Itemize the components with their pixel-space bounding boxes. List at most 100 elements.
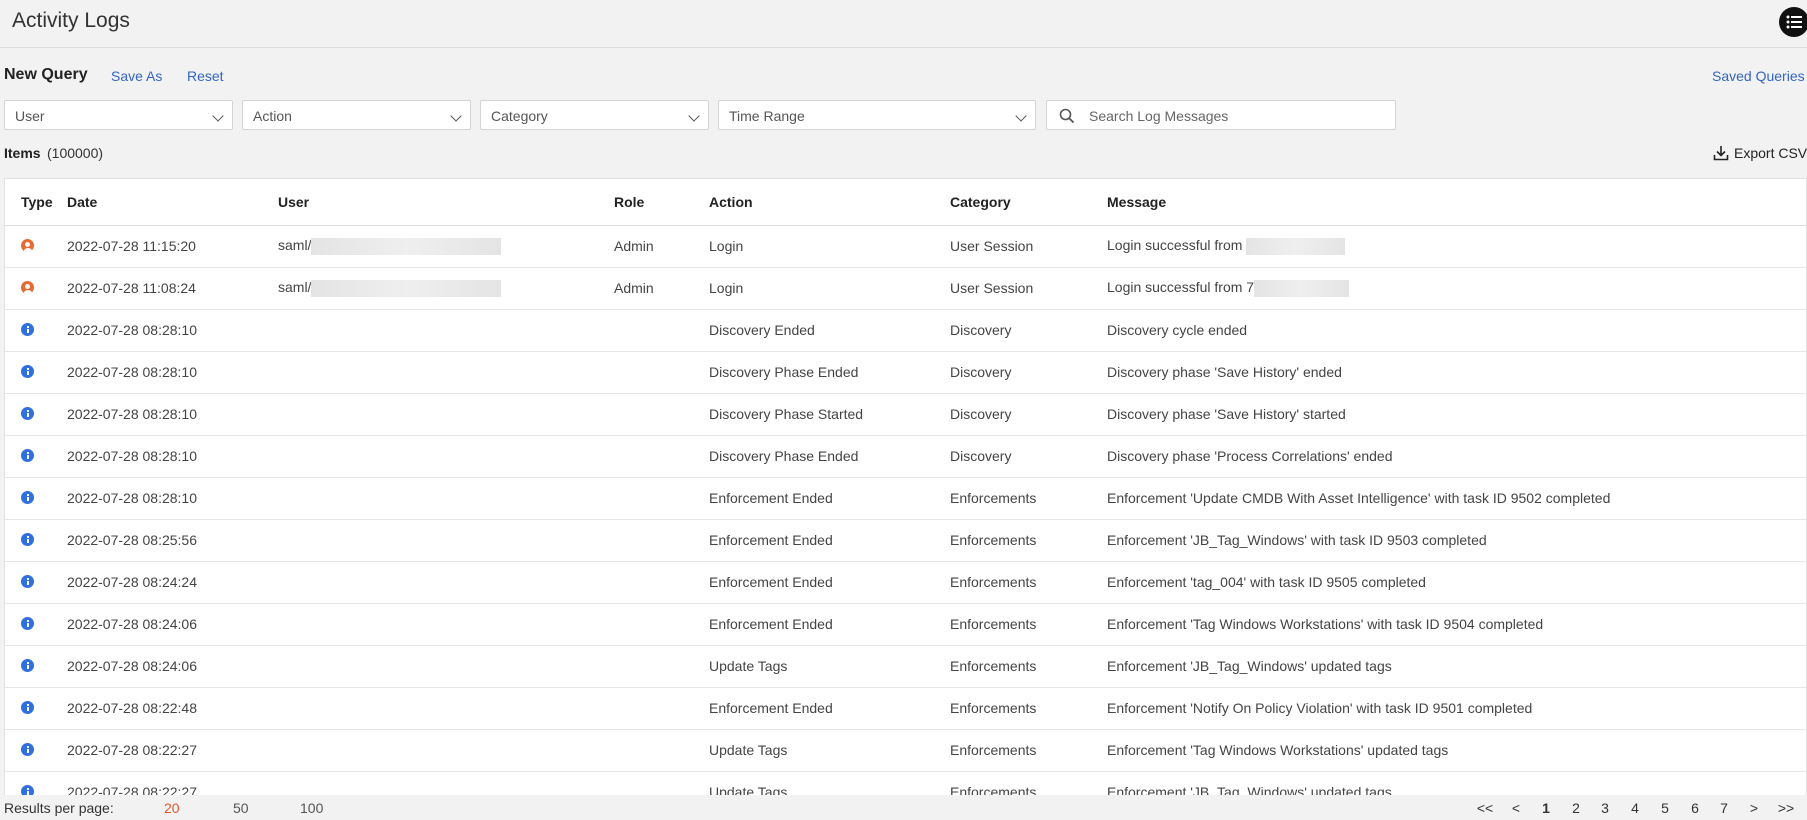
table-row[interactable]: 2022-07-28 08:24:06 Update Tags Enforcemen…: [5, 645, 1806, 688]
previous-page-button[interactable]: <: [1505, 800, 1527, 816]
action-cell: Enforcement Ended: [709, 561, 950, 604]
user-cell: [278, 393, 614, 436]
next-page-button[interactable]: >: [1743, 800, 1765, 816]
type-cell: [5, 225, 67, 268]
message-cell: Enforcement 'Tag Windows Workstations' w…: [1107, 603, 1806, 646]
message-text: Enforcement 'Notify On Policy Violation'…: [1107, 700, 1533, 716]
save-as-button[interactable]: Save As: [111, 68, 162, 84]
message-cell: Discovery cycle ended: [1107, 309, 1806, 352]
table-row[interactable]: 2022-07-28 08:28:10 Enforcement Ended Enfo…: [5, 477, 1806, 520]
message-text: Enforcement 'Tag Windows Workstations' w…: [1107, 616, 1544, 632]
type-cell: [5, 519, 67, 562]
first-page-button[interactable]: <<: [1474, 800, 1496, 816]
page-1-button[interactable]: 1: [1535, 800, 1557, 816]
type-cell: [5, 477, 67, 520]
table-row[interactable]: 2022-07-28 08:22:27 Update Tags Enforcemen…: [5, 729, 1806, 772]
column-header-type[interactable]: Type: [5, 179, 67, 226]
date-cell: 2022-07-28 11:15:20: [67, 225, 278, 268]
role-cell: [614, 519, 709, 562]
type-cell: [5, 729, 67, 772]
date-cell: 2022-07-28 08:24:06: [67, 603, 278, 646]
query-bar: New Query Save As Reset Saved Queries: [0, 64, 1807, 86]
table-row[interactable]: 2022-07-28 08:24:24 Enforcement Ended Enfo…: [5, 561, 1806, 604]
page-2-button[interactable]: 2: [1565, 800, 1587, 816]
message-cell: Discovery phase 'Save History' started: [1107, 393, 1806, 436]
table-row[interactable]: 2022-07-28 08:28:10 Discovery Phase Ended…: [5, 435, 1806, 478]
table-header-row: Type Date User Role Action Category Mess…: [5, 179, 1806, 226]
action-cell: Update Tags: [709, 729, 950, 772]
per-page-option-100[interactable]: 100: [300, 800, 323, 816]
action-cell: Discovery Phase Ended: [709, 351, 950, 394]
table-row[interactable]: 2022-07-28 08:28:10 Discovery Ended Discov…: [5, 309, 1806, 352]
saved-queries-link[interactable]: Saved Queries: [1712, 68, 1805, 84]
page-7-button[interactable]: 7: [1713, 800, 1735, 816]
reset-button[interactable]: Reset: [187, 68, 224, 84]
user-cell: [278, 687, 614, 730]
table-row[interactable]: 2022-07-28 08:22:48 Enforcement Ended Enfo…: [5, 687, 1806, 730]
time-range-select[interactable]: Time Range: [718, 100, 1036, 130]
role-cell: Admin: [614, 267, 709, 310]
role-cell: [614, 687, 709, 730]
list-icon[interactable]: [1779, 7, 1807, 37]
page-5-button[interactable]: 5: [1654, 800, 1676, 816]
table-row[interactable]: 2022-07-28 11:15:20 saml/Admin Login User S…: [5, 225, 1806, 268]
search-input[interactable]: [1089, 105, 1385, 126]
info-icon: [21, 743, 34, 756]
search-box: [1046, 100, 1396, 130]
message-text: Enforcement 'JB_Tag_Windows' updated tag…: [1107, 784, 1392, 795]
action-cell: Enforcement Ended: [709, 603, 950, 646]
user-filter-select[interactable]: User: [4, 100, 233, 130]
category-cell: Discovery: [950, 351, 1107, 394]
role-cell: Admin: [614, 225, 709, 268]
info-icon: [21, 575, 34, 588]
info-icon: [21, 491, 34, 504]
message-text: Login successful from 7: [1107, 279, 1255, 296]
category-cell: Discovery: [950, 435, 1107, 478]
page-3-button[interactable]: 3: [1594, 800, 1616, 816]
category-filter-label: Category: [491, 108, 548, 124]
user-cell: [278, 771, 614, 795]
redacted-block: [311, 237, 502, 255]
column-header-date[interactable]: Date: [67, 179, 278, 226]
table-row[interactable]: 2022-07-28 08:24:06 Enforcement Ended Enfo…: [5, 603, 1806, 646]
category-cell: Enforcements: [950, 519, 1107, 562]
user-cell: [278, 645, 614, 688]
column-header-user[interactable]: User: [278, 179, 614, 226]
action-filter-select[interactable]: Action: [242, 100, 471, 130]
table-row[interactable]: 2022-07-28 08:22:27 Update Tags Enforcemen…: [5, 771, 1806, 795]
column-header-category[interactable]: Category: [950, 179, 1107, 226]
page-6-button[interactable]: 6: [1684, 800, 1706, 816]
chevron-down-icon: [450, 110, 462, 122]
last-page-button[interactable]: >>: [1775, 800, 1797, 816]
user-cell: [278, 561, 614, 604]
chevron-down-icon: [688, 110, 700, 122]
user-name: saml/: [278, 279, 312, 296]
type-cell: [5, 561, 67, 604]
chevron-down-icon: [212, 110, 224, 122]
type-cell: [5, 393, 67, 436]
per-page-option-20[interactable]: 20: [164, 800, 180, 816]
category-cell: Enforcements: [950, 561, 1107, 604]
type-cell: [5, 309, 67, 352]
info-icon: [21, 785, 34, 795]
table-row[interactable]: 2022-07-28 08:28:10 Discovery Phase Ended…: [5, 351, 1806, 394]
date-cell: 2022-07-28 08:28:10: [67, 477, 278, 520]
per-page-option-50[interactable]: 50: [233, 800, 249, 816]
user-cell: saml/: [278, 225, 614, 268]
table-row[interactable]: 2022-07-28 11:08:24 saml/Admin Login User S…: [5, 267, 1806, 310]
column-header-role[interactable]: Role: [614, 179, 709, 226]
user-cell: saml/: [278, 267, 614, 310]
page-header: Activity Logs: [0, 0, 1807, 48]
info-icon: [21, 323, 34, 336]
column-header-action[interactable]: Action: [709, 179, 950, 226]
message-cell: Enforcement 'JB_Tag_Windows' updated tag…: [1107, 771, 1806, 795]
table-row[interactable]: 2022-07-28 08:28:10 Discovery Phase Start…: [5, 393, 1806, 436]
table-row[interactable]: 2022-07-28 08:25:56 Enforcement Ended Enfo…: [5, 519, 1806, 562]
column-header-message[interactable]: Message: [1107, 179, 1806, 226]
action-cell: Login: [709, 225, 950, 268]
message-text: Enforcement 'JB_Tag_Windows' with task I…: [1107, 532, 1487, 548]
action-cell: Enforcement Ended: [709, 519, 950, 562]
user-cell: [278, 435, 614, 478]
category-filter-select[interactable]: Category: [480, 100, 709, 130]
page-4-button[interactable]: 4: [1624, 800, 1646, 816]
